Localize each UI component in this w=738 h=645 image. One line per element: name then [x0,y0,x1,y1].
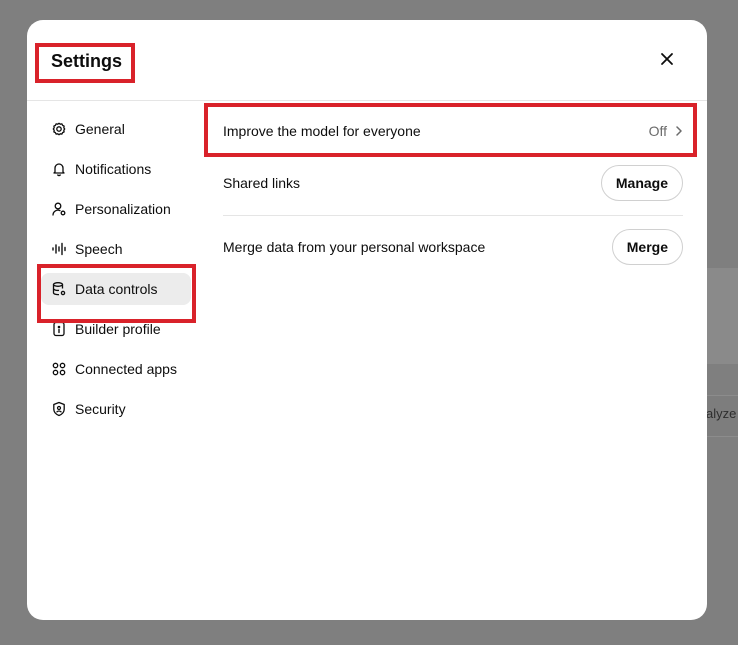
sidebar-item-label: Connected apps [75,361,177,377]
shield-icon [51,401,67,417]
merge-data-label: Merge data from your personal workspace [223,239,486,255]
improve-model-row[interactable]: Improve the model for everyone Off [223,111,683,151]
sidebar-item-general[interactable]: General [41,113,191,145]
manage-button[interactable]: Manage [600,165,683,201]
sidebar-item-notifications[interactable]: Notifications [41,153,191,185]
improve-model-label: Improve the model for everyone [223,123,421,139]
background-partial-text: alyze [706,406,737,421]
sidebar-item-label: Builder profile [75,321,161,337]
merge-data-row: Merge data from your personal workspace … [223,216,683,278]
waveform-icon [51,241,67,257]
sidebar-item-label: Security [75,401,126,417]
sidebar-item-label: General [75,121,125,137]
close-icon [660,52,674,69]
shared-links-label: Shared links [223,175,301,191]
improve-model-status: Off [649,123,683,139]
close-button[interactable] [653,46,681,74]
settings-sidebar: General Notifications Personalization Sp… [41,113,191,433]
settings-dialog: Settings General Notifications Personali… [27,20,707,620]
dialog-title: Settings [51,51,123,71]
shared-links-row: Shared links Manage [223,151,683,216]
sidebar-item-connected-apps[interactable]: Connected apps [41,353,191,385]
sidebar-item-data-controls[interactable]: Data controls [41,273,191,305]
id-card-icon [51,321,67,337]
sidebar-item-builder-profile[interactable]: Builder profile [41,313,191,345]
database-icon [51,281,67,297]
sidebar-item-label: Notifications [75,161,152,177]
bell-icon [51,161,67,177]
sidebar-item-label: Speech [75,241,123,257]
sidebar-item-label: Personalization [75,201,171,217]
sidebar-item-speech[interactable]: Speech [41,233,191,265]
gear-icon [51,121,67,137]
dialog-header: Settings [27,20,707,101]
sidebar-item-personalization[interactable]: Personalization [41,193,191,225]
apps-grid-icon [51,361,67,377]
chevron-right-icon [675,125,683,137]
improve-model-status-text: Off [648,123,667,139]
data-controls-panel: Improve the model for everyone Off Share… [223,111,683,278]
user-settings-icon [51,201,67,217]
sidebar-item-label: Data controls [75,281,158,297]
merge-button[interactable]: Merge [611,229,683,265]
sidebar-item-security[interactable]: Security [41,393,191,425]
